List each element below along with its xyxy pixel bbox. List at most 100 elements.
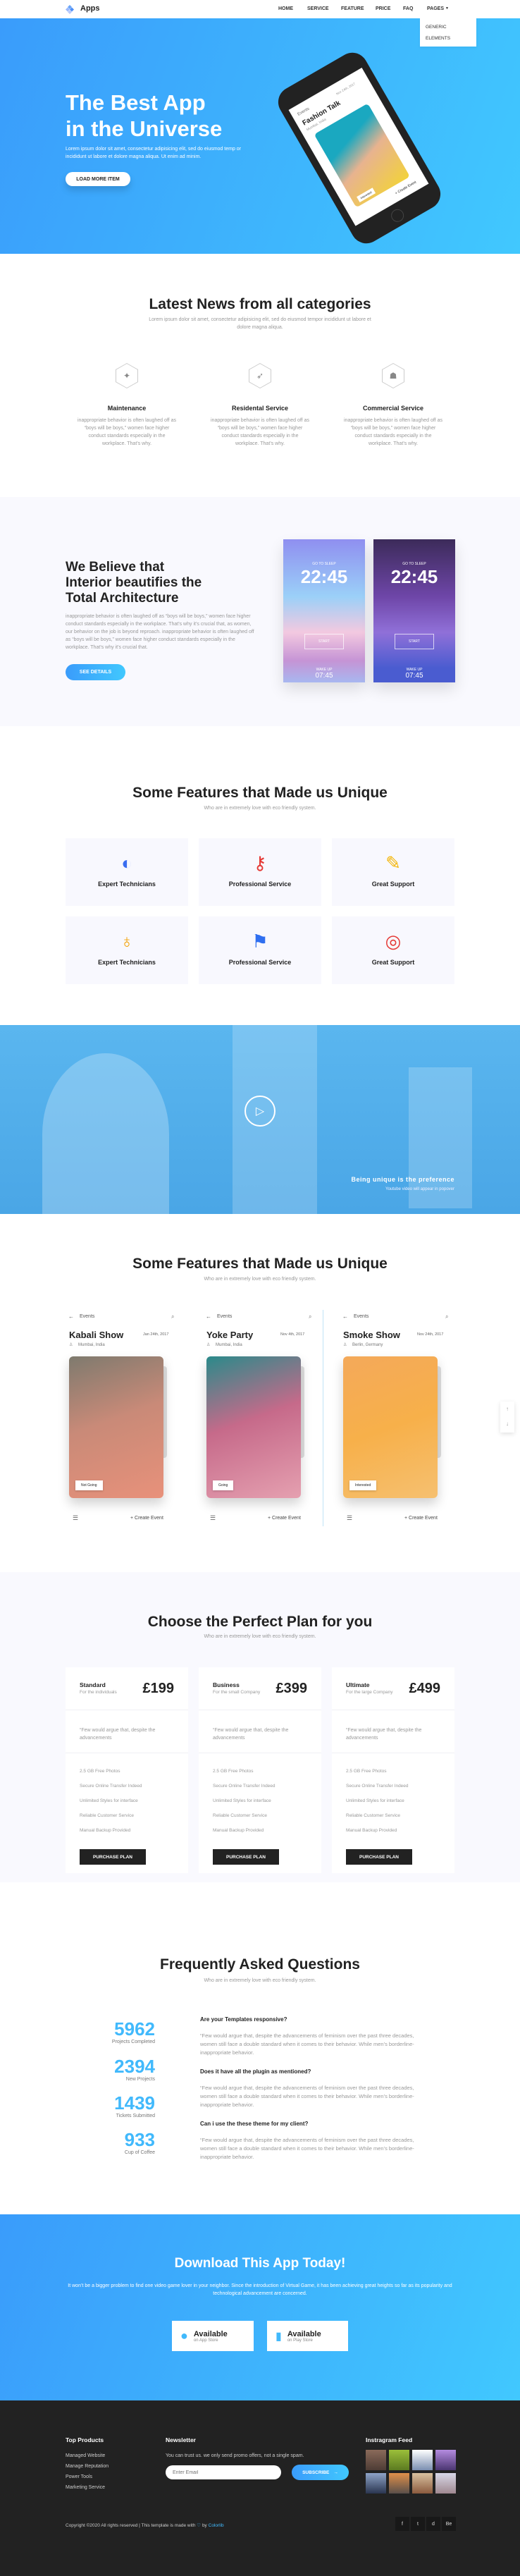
android-icon: ▮ [276,2330,282,2343]
arrow-up-icon[interactable]: ↑ [500,1402,514,1416]
plan-audience: For the individuals [80,1690,117,1695]
features-grid: ◐ Expert Technicians ⚷ Professional Service… [66,838,454,984]
see-details-button[interactable]: SEE DETAILS [66,664,125,680]
event-location: Berlin, Germany [352,1343,383,1347]
about-title-line: We Believe that [66,560,165,575]
faq-answer: “Few would argue that, despite the advan… [200,2085,414,2108]
create-event-button[interactable]: + Create Event [130,1516,163,1521]
event-date: Jan 24th, 2017 [143,1332,169,1337]
event-status-badge[interactable]: Interested [349,1480,377,1490]
event-name: Kabali Show [69,1330,124,1340]
arrow-down-icon[interactable]: ↓ [500,1416,514,1431]
plan-feature: Manual Backup Provided [213,1828,264,1833]
feature-label: Great Support [371,881,415,888]
instagram-photo[interactable] [412,2450,433,2470]
faq-question[interactable]: Are your Templates responsive? [200,2016,287,2023]
start-button[interactable]: START [304,634,344,649]
top-navbar: Apps HOME SERVICE FEATURE PRICE FAQ PAGE… [0,0,520,18]
features-title: Some Features that Made us Unique [132,785,388,801]
menu-icon[interactable]: ☰ [210,1514,216,1522]
nav-feature[interactable]: FEATURE [341,6,364,11]
video-background-image [233,1025,317,1214]
subscribe-button[interactable]: SUBSCRIBE → [292,2465,349,2480]
purchase-plan-button[interactable]: PURCHASE PLAN [213,1849,279,1865]
menu-icon[interactable]: ☰ [347,1514,352,1522]
event-status-badge[interactable]: Not Going [75,1480,103,1490]
news-title: Latest News from all categories [149,296,371,312]
stat-value: 5962 [114,2018,155,2040]
brand-link[interactable]: Apps [80,4,100,13]
start-button[interactable]: START [395,634,434,649]
nav-faq[interactable]: FAQ [403,6,413,11]
plan-description: “Few would argue that, despite the advan… [346,1728,422,1741]
plan-description: “Few would argue that, despite the advan… [213,1728,289,1741]
event-image [343,1356,438,1498]
twitter-icon[interactable]: t [411,2517,425,2531]
nav-home[interactable]: HOME [278,6,293,11]
purchase-plan-button[interactable]: PURCHASE PLAN [346,1849,412,1865]
purchase-plan-button[interactable]: PURCHASE PLAN [80,1849,146,1865]
create-event-button[interactable]: + Create Event [268,1516,301,1521]
instagram-photo[interactable] [389,2450,409,2470]
faq-question[interactable]: Can i use the these theme for my client? [200,2121,308,2127]
faq-answer: “Few would argue that, despite the advan… [200,2137,414,2160]
load-more-button[interactable]: LOAD MORE ITEM [66,172,130,186]
feature-card: ⚷ Professional Service [199,838,321,906]
arrow-left-icon[interactable]: ← [342,1313,348,1320]
footer-link[interactable]: Managed Website [66,2453,105,2458]
footer: Top Products Managed Website Manage Repu… [0,2400,520,2576]
footer-link[interactable]: Manage Reputation [66,2464,109,2469]
search-icon[interactable]: ⌕ [171,1313,174,1320]
balloon-icon: ♁ [120,931,134,952]
chevron-down-icon: ▼ [445,6,449,11]
copyright-by: by [202,2523,207,2528]
faq-question[interactable]: Does it have all the plugin as mentioned… [200,2068,311,2075]
nav-pages[interactable]: PAGES [427,6,444,11]
search-icon[interactable]: ⌕ [445,1313,448,1320]
footer-link[interactable]: Marketing Service [66,2485,105,2490]
instagram-grid [366,2450,456,2494]
rocket-icon: ➶ [249,363,271,388]
video-subtitle: Youtube video will appear in popover [385,1187,454,1191]
sleep-screen-light: GO TO SLEEP 22:45 START WAKE UP 07:45 [283,539,365,682]
app-store-button[interactable]: ● Available on App Store [172,2321,254,2351]
nav-price[interactable]: PRICE [376,6,390,11]
pages-dropdown: GENERIC ELEMENTS [420,18,476,47]
instagram-photo[interactable] [435,2473,456,2494]
stat-value: 2394 [114,2056,155,2077]
event-back: Events [217,1314,233,1319]
faq-answer: “Few would argue that, despite the advan… [200,2032,414,2056]
plan-feature: Manual Backup Provided [346,1828,397,1833]
play-store-button[interactable]: ▮ Available on Play Store [267,2321,348,2351]
event-status-badge[interactable]: Going [213,1480,234,1490]
dribbble-icon[interactable]: d [426,2517,440,2531]
instagram-photo[interactable] [366,2473,386,2494]
copyright-text: Copyright ©2020 All rights reserved | Th… [66,2523,196,2528]
search-icon[interactable]: ⌕ [309,1313,311,1320]
email-input[interactable] [166,2465,281,2479]
plan-name: Standard [80,1681,106,1688]
menu-icon[interactable]: ☰ [73,1514,78,1522]
instagram-photo[interactable] [366,2450,386,2470]
behance-icon[interactable]: Be [442,2517,456,2531]
facebook-icon[interactable]: f [395,2517,409,2531]
target-icon: ◎ [385,931,402,952]
event-name: Yoke Party [206,1330,254,1340]
stat-label: Cup of Coffee [124,2150,155,2155]
arrow-left-icon[interactable]: ← [206,1313,211,1320]
dropdown-generic[interactable]: GENERIC [426,25,447,30]
footer-products-title: Top Products [66,2436,104,2443]
dropdown-elements[interactable]: ELEMENTS [426,36,450,41]
play-icon[interactable]: ▷ [244,1096,276,1127]
instagram-photo[interactable] [435,2450,456,2470]
colorlib-link[interactable]: Colorlib [209,2523,224,2528]
feature-label: Great Support [371,959,415,966]
nav-service[interactable]: SERVICE [307,6,329,11]
news-subtitle: Lorem ipsum dolor sit amet, consectetur … [149,317,371,330]
create-event-button[interactable]: + Create Event [404,1516,438,1521]
arrow-left-icon[interactable]: ← [68,1313,74,1320]
phone-date: Nov 24th, 2017 [335,82,357,96]
instagram-photo[interactable] [389,2473,409,2494]
footer-link[interactable]: Power Tools [66,2474,92,2479]
instagram-photo[interactable] [412,2473,433,2494]
